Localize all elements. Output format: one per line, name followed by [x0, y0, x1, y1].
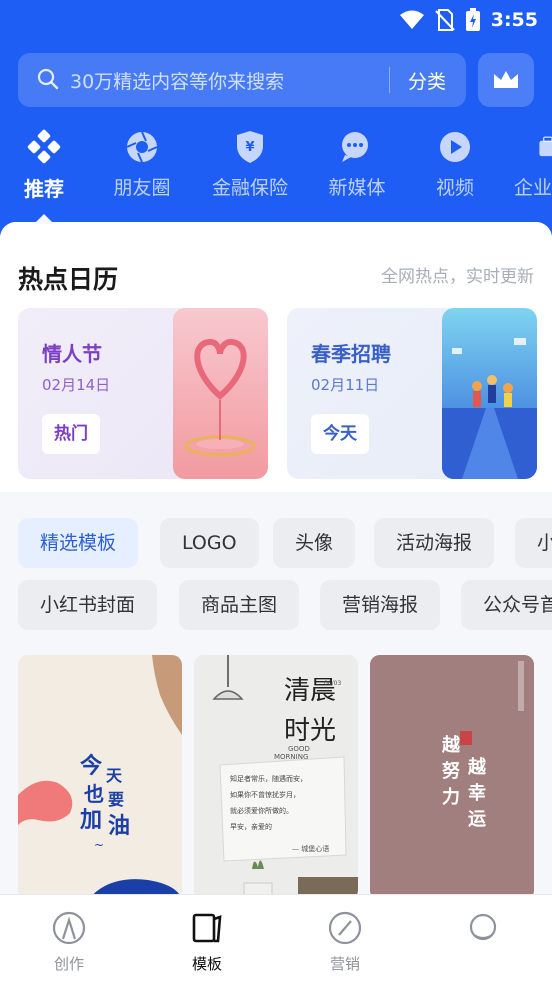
svg-text:今天 也要 加油: 今天 也要 加油 [79, 753, 130, 839]
new-media-icon [342, 132, 368, 162]
create-icon [52, 911, 86, 945]
tag-avatar[interactable]: 头像 [273, 518, 356, 568]
tag-product-image[interactable]: 商品主图 [179, 580, 300, 630]
clock: 3:55 [490, 9, 538, 31]
category-button[interactable]: 分类 [408, 67, 446, 94]
template-icon [192, 913, 222, 943]
tab-finance[interactable]: ¥ 金融保险 [200, 125, 300, 200]
recommend-icon [27, 129, 61, 164]
search-input[interactable]: 30万精选内容等你来搜索 [70, 67, 284, 94]
tab-video[interactable]: 视频 [405, 125, 505, 200]
tag-logo[interactable]: LOGO [160, 518, 259, 568]
template-card[interactable]: 清晨 时光 06/03 GOOD MORNING 知足者常乐，随遇而安， 如果你… [194, 655, 358, 900]
status-bar: 3:55 [0, 0, 552, 40]
category-tabs: 推荐 朋友圈 ¥ 金融保险 新媒体 视频 企业 [0, 125, 552, 215]
hot-card-title: 情人节 [42, 342, 102, 366]
search-icon [37, 68, 59, 90]
tag-marketing-poster[interactable]: 营销海报 [320, 580, 441, 630]
tab-label: 视频 [435, 177, 474, 199]
template-card[interactable]: 越努力 越幸运 [370, 655, 534, 900]
enterprise-icon [539, 136, 552, 157]
nav-label: 创作 [53, 955, 84, 973]
tab-enterprise[interactable]: 企业 [492, 125, 552, 200]
crown-icon [494, 71, 518, 88]
tab-label: 金融保险 [211, 177, 288, 199]
vip-button[interactable] [478, 53, 534, 107]
template-art-cheer: 今天 也要 加油 ~ [18, 655, 182, 900]
tab-moments[interactable]: 朋友圈 [92, 125, 192, 200]
template-tags-row-1: 精选模板 LOGO 头像 活动海报 小 [18, 518, 552, 568]
template-tags-row-2: 小红书封面 商品主图 营销海报 公众号首 [18, 580, 552, 630]
svg-text:~: ~ [94, 838, 104, 852]
hot-card-spring-recruit[interactable]: 春季招聘 02月11日 今天 [287, 308, 537, 479]
marketing-icon [328, 911, 362, 945]
section-title: 热点日历 [18, 265, 119, 294]
nav-template[interactable]: 模板 [162, 909, 252, 974]
tab-recommend[interactable]: 推荐 [0, 125, 94, 202]
hot-card-valentines[interactable]: 情人节 02月14日 热门 [18, 308, 268, 479]
svg-text:06/03: 06/03 [324, 680, 341, 687]
bottom-navigation: 创作 模板 营销 [0, 894, 552, 981]
moments-icon [126, 131, 158, 163]
tag-more[interactable]: 小 [515, 518, 552, 568]
no-sim-icon [435, 9, 455, 31]
hot-badge[interactable]: 热门 [42, 414, 100, 454]
hot-card-date: 02月11日 [311, 376, 380, 394]
tag-featured[interactable]: 精选模板 [18, 518, 139, 568]
nav-label: 模板 [191, 955, 222, 973]
nav-label: 营销 [329, 955, 360, 973]
tag-wechat-header[interactable]: 公众号首 [461, 580, 552, 630]
svg-text:时光: 时光 [284, 716, 336, 746]
nav-profile[interactable] [438, 909, 528, 953]
profile-icon [469, 913, 497, 941]
tab-label: 朋友圈 [113, 177, 171, 199]
hot-card-title: 春季招聘 [311, 342, 391, 366]
template-art-lucky: 越努力 越幸运 [370, 655, 534, 900]
template-art-morning: 清晨 时光 06/03 GOOD MORNING 知足者常乐，随遇而安， 如果你… [194, 655, 358, 900]
wifi-icon [399, 10, 424, 29]
battery-charging-icon [465, 8, 480, 31]
section-subtitle: 全网热点，实时更新 [381, 267, 534, 287]
finance-shield-icon: ¥ [237, 131, 263, 163]
valentines-image [173, 308, 268, 479]
nav-marketing[interactable]: 营销 [300, 909, 390, 974]
svg-text:GOOD: GOOD [288, 745, 310, 753]
tab-new-media[interactable]: 新媒体 [307, 125, 407, 200]
hot-card-date: 02月14日 [42, 376, 111, 394]
today-badge[interactable]: 今天 [311, 414, 369, 454]
svg-text:¥: ¥ [245, 140, 254, 155]
nav-create[interactable]: 创作 [24, 909, 114, 974]
tab-label: 新媒体 [328, 177, 386, 199]
recruit-image [442, 308, 537, 479]
tag-xiaohongshu-cover[interactable]: 小红书封面 [18, 580, 158, 630]
video-icon [440, 132, 470, 162]
active-tab-indicator [34, 214, 54, 224]
tab-label: 推荐 [24, 177, 64, 201]
search-bar[interactable]: 30万精选内容等你来搜索 分类 [18, 53, 466, 107]
tag-event-poster[interactable]: 活动海报 [374, 518, 495, 568]
tab-label: 企业 [514, 177, 552, 199]
svg-text:— 城堡心语: — 城堡心语 [292, 844, 329, 853]
template-card[interactable]: 今天 也要 加油 ~ [18, 655, 182, 900]
search-divider [389, 67, 390, 93]
